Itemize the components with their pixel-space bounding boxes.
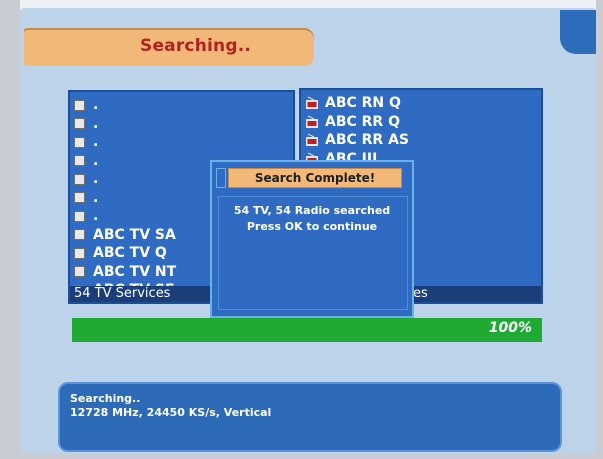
channel-label: ABC RR Q <box>325 113 400 130</box>
list-item[interactable]: ABC TV SA <box>74 226 176 245</box>
dialog-result-text: 54 TV, 54 Radio searched <box>233 204 391 217</box>
radio-channel-icon <box>306 133 318 147</box>
status-text: Searching.. <box>70 392 141 405</box>
list-item[interactable]: . <box>74 170 176 189</box>
page-title: Searching.. <box>140 36 252 56</box>
tv-channel-list: . . . . . . . ABC TV SA ABC TV Q ABC TV … <box>74 96 176 300</box>
tv-channel-icon <box>74 136 85 148</box>
channel-label: . <box>93 171 99 187</box>
search-progress-bar: 100% <box>72 318 542 342</box>
list-item[interactable]: . <box>74 115 176 134</box>
progress-percent: 100% <box>488 320 532 336</box>
search-complete-dialog[interactable]: Search Complete! 54 TV, 54 Radio searche… <box>210 160 414 318</box>
list-item[interactable]: . <box>74 207 176 226</box>
tv-channel-icon <box>74 229 85 241</box>
channel-label: . <box>93 208 99 224</box>
radio-channel-list: ABC RN Q ABC RR Q ABC RR AS ABC JJJ <box>305 94 409 168</box>
channel-label: . <box>93 134 99 150</box>
dialog-title-marker <box>216 168 226 188</box>
list-item[interactable]: . <box>74 152 176 171</box>
channel-label: . <box>93 189 99 206</box>
list-item[interactable]: ABC TV Q <box>74 244 176 263</box>
channel-label: ABC RN Q <box>325 95 401 111</box>
monitor-bezel-right <box>596 0 603 459</box>
radio-channel-icon <box>306 96 318 110</box>
tv-channel-icon <box>74 266 85 278</box>
list-item[interactable]: ABC RN Q <box>305 94 409 113</box>
list-item[interactable]: ABC RR AS <box>305 131 409 150</box>
channel-label: ABC TV SA <box>93 226 176 243</box>
progress-fill <box>72 318 542 342</box>
list-item[interactable]: ABC RR Q <box>305 113 409 132</box>
tv-channel-icon <box>74 155 85 167</box>
tv-channel-icon <box>74 99 85 111</box>
monitor-bezel-left <box>0 0 20 459</box>
tv-channel-icon <box>74 210 85 222</box>
channel-label: ABC TV Q <box>93 245 167 261</box>
channel-label: ABC RR AS <box>325 132 410 148</box>
dialog-instruction-text: Press OK to continue <box>246 220 378 233</box>
channel-label: . <box>93 97 99 113</box>
tv-channel-icon <box>74 247 85 259</box>
list-item[interactable]: ABC TV NT <box>74 263 176 282</box>
list-item[interactable]: . <box>74 133 176 152</box>
dialog-title: Search Complete! <box>228 168 402 188</box>
channel-label: ABC TV NT <box>93 263 177 280</box>
channel-label: . <box>93 152 99 169</box>
list-item[interactable]: . <box>74 96 176 115</box>
status-panel: Searching.. 12728 MHz, 24450 KS/s, Verti… <box>58 382 562 452</box>
list-item[interactable]: . <box>74 189 176 208</box>
tv-channel-icon <box>74 192 85 204</box>
tv-channel-icon <box>74 173 85 185</box>
transponder-info: 12728 MHz, 24450 KS/s, Vertical <box>70 406 272 419</box>
channel-label: . <box>93 115 99 132</box>
tv-channel-icon <box>74 118 85 130</box>
radio-channel-icon <box>306 115 318 128</box>
header-accent <box>560 10 596 54</box>
